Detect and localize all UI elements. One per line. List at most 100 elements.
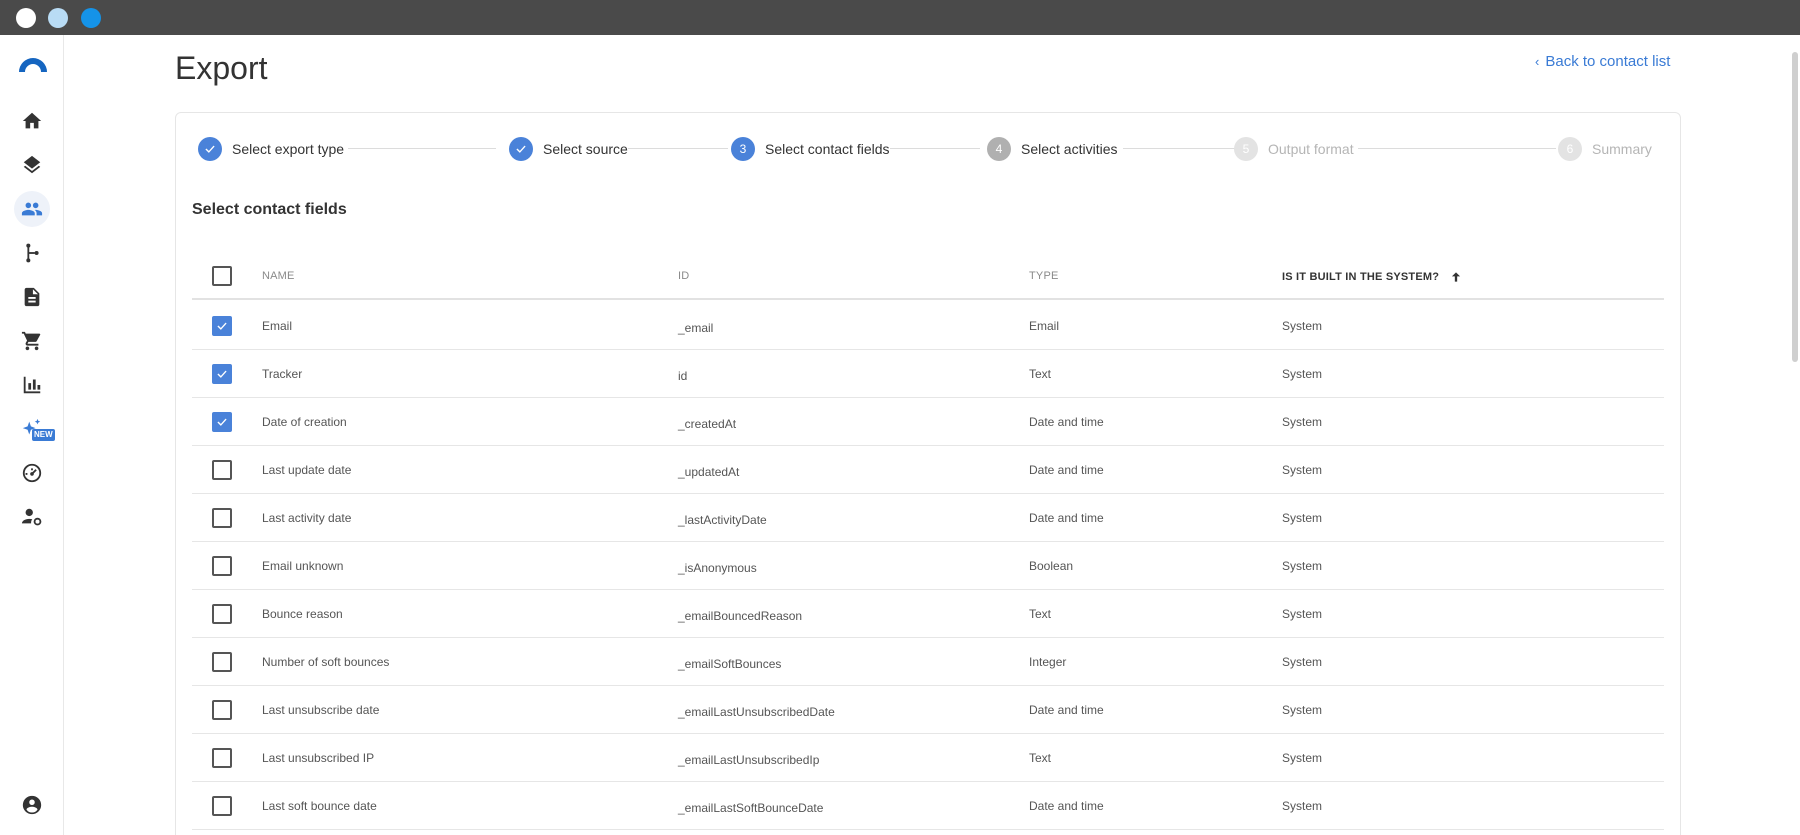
field-built-in: System (1282, 559, 1323, 573)
field-type: Date and time (1029, 415, 1104, 429)
field-name: Last update date (262, 463, 352, 477)
window-minimize-button[interactable] (48, 8, 68, 28)
page-scrollbar-thumb[interactable] (1792, 52, 1798, 362)
table-row[interactable]: Last activity date _lastActivityDate Date … (192, 494, 1664, 542)
window-maximize-button[interactable] (81, 8, 101, 28)
column-header-name[interactable]: NAME (262, 270, 295, 282)
account-icon (22, 795, 42, 815)
row-checkbox[interactable] (212, 460, 232, 480)
row-checkbox[interactable] (212, 652, 232, 672)
table-row[interactable]: Date of creation _createdAt Date and time S… (192, 398, 1664, 446)
step-label: Output format (1268, 141, 1354, 157)
sidebar-account[interactable] (14, 787, 50, 823)
step-select-export-type[interactable]: Select export type (198, 136, 344, 162)
field-id: _emailBouncedReason (678, 609, 803, 623)
step-number: 5 (1234, 137, 1258, 161)
sidebar-item-layers[interactable] (14, 147, 50, 183)
stepper-connector (348, 148, 496, 149)
step-select-contact-fields[interactable]: 3 Select contact fields (731, 136, 890, 162)
sidebar-item-user-settings[interactable] (14, 499, 50, 535)
layers-icon (23, 155, 41, 174)
field-built-in: System (1282, 607, 1323, 621)
field-name: Number of soft bounces (262, 655, 390, 669)
check-icon (217, 322, 227, 330)
field-type: Text (1029, 367, 1052, 381)
step-summary[interactable]: 6 Summary (1558, 136, 1652, 162)
table-row[interactable]: Last soft bounce date _emailLastSoftBounc… (192, 782, 1664, 830)
field-id: id (678, 369, 688, 383)
sidebar-item-ai[interactable]: NEW (14, 411, 55, 447)
field-id: _updatedAt (678, 465, 740, 479)
row-checkbox[interactable] (212, 508, 232, 528)
column-header-id[interactable]: ID (678, 270, 689, 282)
section-title: Select contact fields (192, 201, 347, 218)
sidebar-item-dashboard[interactable] (14, 455, 50, 491)
row-checkbox[interactable] (212, 364, 232, 384)
new-badge: NEW (32, 429, 55, 441)
step-select-activities[interactable]: 4 Select activities (987, 136, 1117, 162)
field-name: Last unsubscribe date (262, 703, 380, 717)
stepper-connector (1358, 148, 1556, 149)
row-checkbox[interactable] (212, 796, 232, 816)
select-all-checkbox[interactable] (212, 266, 232, 286)
field-id: _emailLastUnsubscribedDate (678, 705, 835, 719)
field-type: Date and time (1029, 703, 1104, 717)
window-close-button[interactable] (16, 8, 36, 28)
table-row[interactable]: Email unknown _isAnonymous Boolean System (192, 542, 1664, 590)
back-to-contact-list-link[interactable]: ‹ Back to contact list (1535, 53, 1670, 70)
row-checkbox[interactable] (212, 700, 232, 720)
column-header-built-in[interactable]: IS IT BUILT IN THE SYSTEM? (1282, 270, 1463, 284)
sidebar-item-ecommerce[interactable] (14, 323, 50, 359)
field-type: Date and time (1029, 799, 1104, 813)
field-built-in: System (1282, 703, 1323, 717)
table-row[interactable]: Last unsubscribed IP _emailLastUnsubscrib… (192, 734, 1664, 782)
field-name: Email (262, 319, 293, 333)
row-checkbox[interactable] (212, 412, 232, 432)
field-type: Text (1029, 607, 1052, 621)
table-row[interactable]: Last unsubscribe date _emailLastUnsubscri… (192, 686, 1664, 734)
step-label: Select export type (232, 141, 345, 157)
column-header-built-in-label: IS IT BUILT IN THE SYSTEM? (1282, 271, 1440, 283)
table-row[interactable]: Last update date _updatedAt Date and time S… (192, 446, 1664, 494)
table-row[interactable]: Bounce reason _emailBouncedReason Text Syst… (192, 590, 1664, 638)
workflow-icon (26, 243, 39, 263)
field-built-in: System (1282, 511, 1323, 525)
field-id: _isAnonymous (678, 561, 757, 575)
table-row[interactable]: Email _email Email System (192, 302, 1664, 350)
arrow-up-icon (1452, 272, 1461, 282)
step-number: 6 (1558, 137, 1582, 161)
sidebar-item-contacts[interactable] (14, 191, 50, 227)
field-built-in: System (1282, 751, 1323, 765)
sidebar-item-workflows[interactable] (14, 235, 50, 271)
table-row[interactable]: Number of soft bounces _emailSoftBounces I… (192, 638, 1664, 686)
gauge-icon (22, 463, 42, 483)
field-name: Last activity date (262, 511, 352, 525)
field-name: Tracker (262, 367, 303, 381)
user-settings-icon (21, 508, 42, 526)
sidebar-item-reports[interactable] (14, 367, 50, 403)
row-checkbox[interactable] (212, 604, 232, 624)
home-icon (22, 112, 42, 129)
column-header-type[interactable]: TYPE (1029, 270, 1059, 282)
chevron-left-icon: ‹ (1535, 54, 1540, 69)
step-label: Summary (1592, 141, 1652, 157)
row-checkbox[interactable] (212, 556, 232, 576)
row-checkbox[interactable] (212, 316, 232, 336)
check-icon (198, 137, 222, 161)
field-type: Boolean (1029, 559, 1074, 573)
field-built-in: System (1282, 415, 1323, 429)
sidebar-item-documents[interactable] (14, 279, 50, 315)
field-id: _createdAt (678, 417, 737, 431)
window-titlebar (0, 0, 1800, 35)
table-row[interactable]: Tracker id Text System (192, 350, 1664, 398)
field-built-in: System (1282, 799, 1323, 813)
step-number: 3 (731, 137, 755, 161)
stepper-connector (890, 148, 980, 149)
stepper-connector (1123, 148, 1240, 149)
step-select-source[interactable]: Select source (509, 136, 628, 162)
logo-icon[interactable] (16, 52, 50, 74)
row-checkbox[interactable] (212, 748, 232, 768)
sidebar-item-home[interactable] (14, 103, 50, 139)
field-id: _emailLastSoftBounceDate (678, 801, 824, 815)
step-output-format[interactable]: 5 Output format (1234, 136, 1354, 162)
